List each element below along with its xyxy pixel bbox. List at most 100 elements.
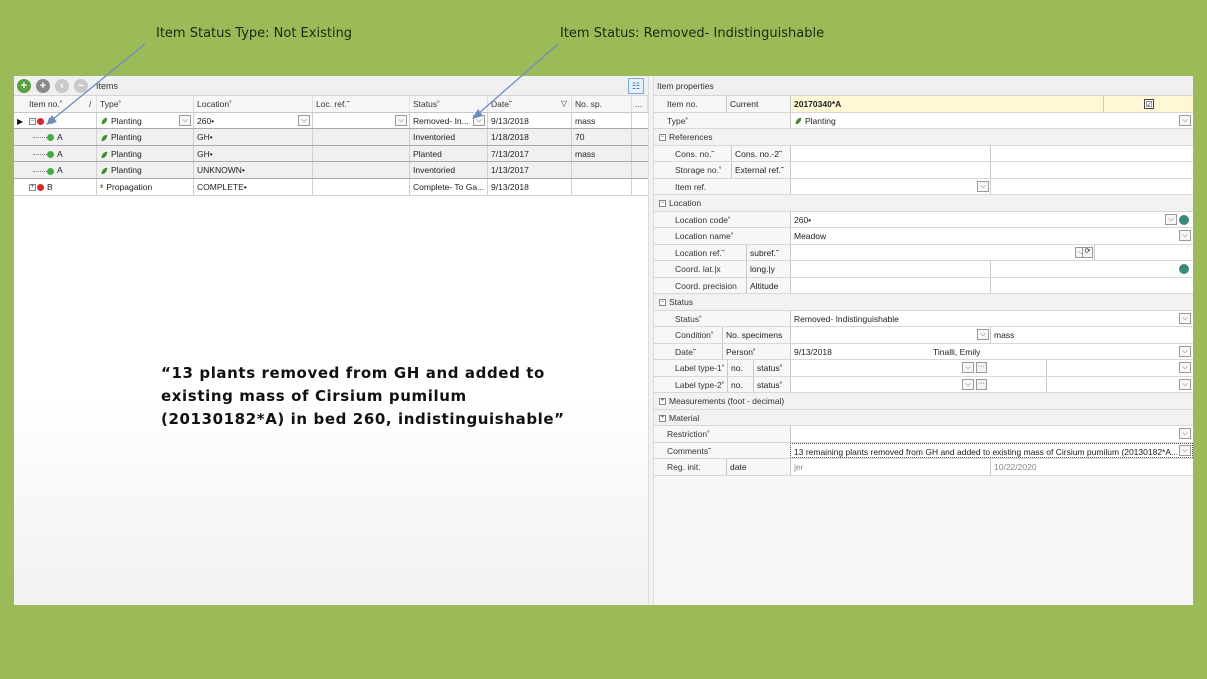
cons-no2-input[interactable] <box>990 145 1193 161</box>
label-type-2-dropdown[interactable]: ⌵ <box>962 378 974 390</box>
tree-view-icon[interactable]: ☷ <box>628 78 644 94</box>
status-dropdown[interactable]: ⌵ <box>1179 312 1191 324</box>
expand-icon[interactable]: + <box>29 184 36 192</box>
leaf-icon <box>101 134 108 142</box>
material-section[interactable]: + Material <box>654 409 1193 426</box>
col-no-sp[interactable]: No. sp. <box>572 96 632 112</box>
label-type-2-row: Label type-2˚ no. status˚ ⌵ ··· ⌵ <box>654 376 1193 393</box>
restriction-input[interactable] <box>790 426 1193 442</box>
cons-no-input[interactable] <box>790 145 990 161</box>
references-section[interactable]: − References <box>654 129 1193 146</box>
collapse-icon[interactable]: − <box>29 117 36 125</box>
date-input[interactable]: 9/13/2018 <box>790 343 930 359</box>
location-code-row: Location code˚ 260• ⌵ <box>654 211 1193 228</box>
person-dropdown[interactable]: ⌵ <box>1179 345 1191 357</box>
type-row: Type˚ Planting ⌵ <box>654 112 1193 129</box>
person-input[interactable]: Tinalli, Emily <box>930 343 1193 359</box>
date-row: Date˜ Person˚ 9/13/2018 Tinalli, Emily ⌵ <box>654 343 1193 360</box>
label-type-1-dropdown[interactable]: ⌵ <box>962 362 974 373</box>
leaf-icon <box>101 118 108 125</box>
label-status-2-dropdown[interactable]: ⌵ <box>1179 378 1191 390</box>
col-status[interactable]: Status˚ <box>410 96 488 112</box>
reg-date-value: 10/22/2020 <box>990 459 1193 475</box>
item-no-value[interactable]: 20170340*A <box>790 96 1103 112</box>
items-toolbar: + + ‹ − Items ☷ <box>14 76 648 96</box>
comments-input[interactable]: 13 remaining plants removed from GH and … <box>790 442 1193 458</box>
col-item-no[interactable]: Item no.˚ / <box>26 96 97 112</box>
current-label: Current <box>726 96 790 112</box>
altitude-input[interactable] <box>990 277 1193 293</box>
storage-no-input[interactable] <box>790 162 990 178</box>
table-row[interactable]: + B ᵜ Propagation COMPLETE• Complete- To G… <box>14 178 648 196</box>
label-type-2-input[interactable] <box>790 376 1193 392</box>
expand-icon[interactable]: + <box>659 414 666 422</box>
back-icon[interactable]: ‹ <box>55 79 69 93</box>
location-code-input[interactable]: 260• <box>790 211 1193 227</box>
active-status-icon <box>47 151 54 159</box>
items-title: Items <box>96 81 119 91</box>
col-more[interactable]: ... <box>632 96 648 112</box>
col-date[interactable]: Date˜ ▽ <box>488 96 572 112</box>
comments-row: Comments˜ 13 remaining plants removed fr… <box>654 442 1193 459</box>
table-row[interactable]: A Planting UNKNOWN• Inventoried 1/13/201… <box>14 162 648 179</box>
comments-dropdown[interactable]: ⌵ <box>1179 444 1191 456</box>
subref-input[interactable] <box>1094 244 1193 260</box>
measurements-section[interactable]: + Measurements (foot - decimal) <box>654 393 1193 410</box>
location-section[interactable]: − Location <box>654 195 1193 212</box>
restriction-dropdown[interactable]: ⌵ <box>1179 428 1191 439</box>
item-no-row: Item no. Current 20170340*A ☑ <box>654 96 1193 113</box>
item-ref-dropdown[interactable]: ⌵ <box>977 180 989 192</box>
item-ref-input[interactable] <box>790 178 990 194</box>
table-row[interactable]: A Planting GH• Planted 7/13/2017 mass <box>14 145 648 163</box>
label-status-1-dropdown[interactable]: ⌵ <box>1179 362 1191 373</box>
status-input[interactable]: Removed- Indistinguishable <box>790 310 1193 326</box>
loc-ref-dropdown[interactable]: ⌵ <box>395 114 407 126</box>
specimens-input[interactable]: mass <box>990 327 1193 343</box>
type-field[interactable]: Planting <box>790 112 1193 128</box>
condition-input[interactable] <box>790 327 990 343</box>
restriction-row: Restriction˚ ⌵ <box>654 426 1193 443</box>
more-icon[interactable]: ··· <box>976 378 987 390</box>
remove-icon[interactable]: − <box>74 79 88 93</box>
col-type[interactable]: Type˚ <box>97 96 194 112</box>
current-checkbox[interactable]: ☑ <box>1144 99 1154 109</box>
condition-dropdown[interactable]: ⌵ <box>977 329 989 340</box>
status-dropdown[interactable]: ⌵ <box>473 114 485 126</box>
table-row[interactable]: A Planting GH• Inventoried 1/18/2018 70 <box>14 129 648 146</box>
status-section[interactable]: − Status <box>654 294 1193 311</box>
coord-lat-input[interactable] <box>790 261 990 277</box>
table-row[interactable]: ▶ − A Planting ⌵ 260• ⌵ ⌵ Removed- In... ⌵ 9… <box>14 112 648 130</box>
location-name-dropdown[interactable]: ⌵ <box>1179 230 1191 241</box>
callout-status-type: Item Status Type: Not Existing <box>156 26 353 41</box>
callout-status: Item Status: Removed- Indistinguishable <box>560 26 825 41</box>
map-icon[interactable] <box>1179 264 1189 274</box>
external-ref-input[interactable] <box>990 162 1193 178</box>
filter-icon[interactable]: ▽ <box>561 96 567 112</box>
location-name-input[interactable]: Meadow <box>790 228 1193 244</box>
annotation-quote: “13 plants removed from GH and added to … <box>161 364 565 428</box>
item-properties-pane: Item properties Item no. Current 2017034… <box>654 76 1193 605</box>
location-name-row: Location name˚ Meadow ⌵ <box>654 228 1193 245</box>
label-type-1-input[interactable] <box>790 360 1193 376</box>
collapse-icon[interactable]: − <box>659 299 666 307</box>
leaf-icon <box>795 118 802 125</box>
globe-icon[interactable] <box>1179 214 1189 225</box>
collapse-icon[interactable]: − <box>659 134 666 142</box>
add-icon[interactable]: + <box>17 79 31 93</box>
precision-input[interactable] <box>790 277 990 293</box>
collapse-icon[interactable]: − <box>659 200 666 208</box>
col-location[interactable]: Location˚ <box>194 96 313 112</box>
coord-long-input[interactable] <box>990 261 1193 277</box>
col-loc-ref[interactable]: Loc. ref.˜ <box>313 96 410 112</box>
location-dropdown[interactable]: ⌵ <box>298 114 310 126</box>
expand-icon[interactable]: + <box>659 398 666 406</box>
condition-row: Condition˚ No. specimens ⌵ mass <box>654 327 1193 344</box>
location-ref-input[interactable] <box>790 244 1090 260</box>
add-child-icon[interactable]: + <box>36 79 50 93</box>
refresh-icon[interactable]: ⟳ <box>1082 246 1093 258</box>
type-dropdown[interactable]: ⌵ <box>179 114 191 126</box>
more-icon[interactable]: ··· <box>976 362 987 373</box>
active-status-icon <box>47 134 54 142</box>
type-dropdown[interactable]: ⌵ <box>1179 114 1191 126</box>
location-code-dropdown[interactable]: ⌵ <box>1165 213 1177 225</box>
